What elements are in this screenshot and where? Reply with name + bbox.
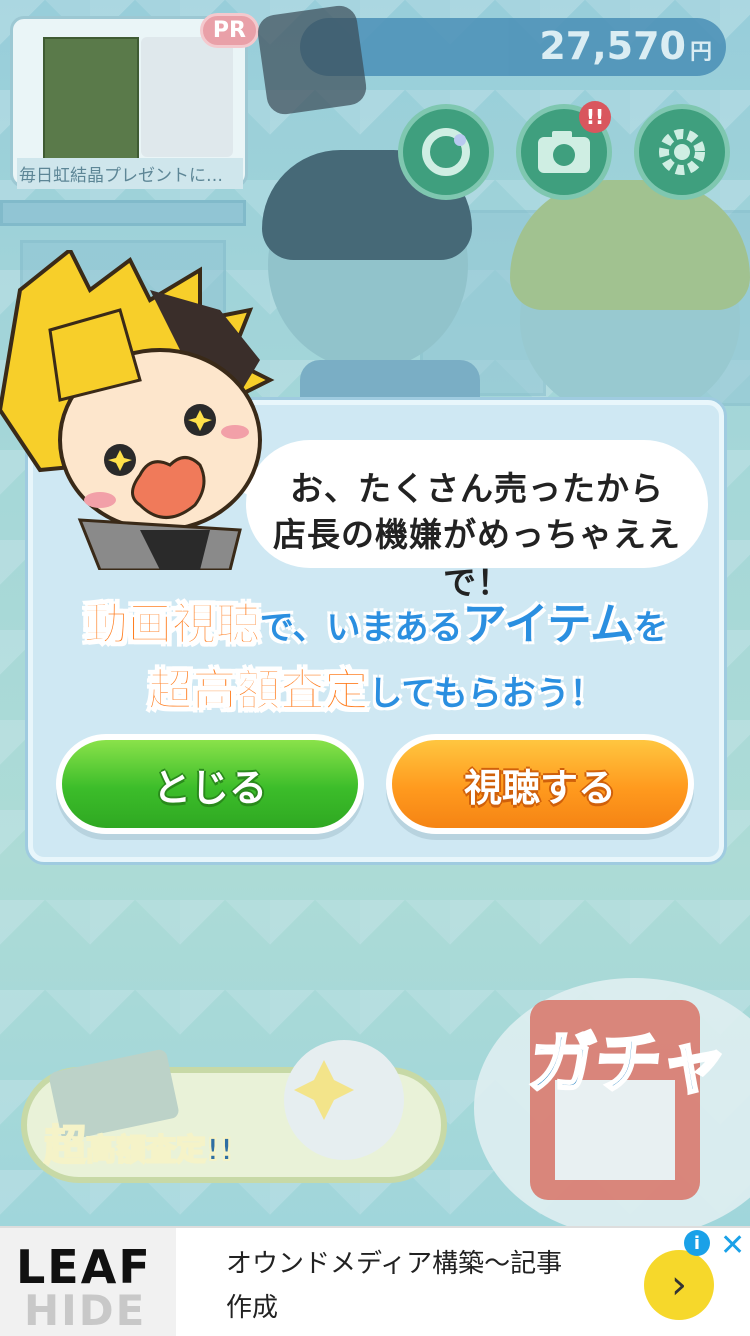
close-button[interactable]: とじる (56, 734, 364, 834)
pr-badge: PR (199, 13, 259, 48)
ad-arrow-icon[interactable]: › (644, 1250, 714, 1320)
refresh-ring-icon[interactable] (398, 104, 494, 200)
video-watch-text: 動画視聴 (83, 599, 260, 651)
ad-logo-bottom: HIDE (24, 1286, 147, 1335)
ad-close-icon[interactable]: ✕ (720, 1228, 745, 1263)
camera-alert-badge: !! (579, 101, 611, 133)
message-line-2: 超高額査定してもらおう！ (28, 654, 724, 718)
money-display: 27,570 円 (300, 18, 726, 76)
blond-boy-character (0, 250, 275, 570)
pr-caption: 毎日虹結晶プレゼントに… (17, 158, 243, 189)
item-text: アイテム (462, 599, 635, 650)
ad-text: オウンドメディア構築～記事 作成 (226, 1242, 626, 1330)
ad-banner[interactable]: LEAF HIDE オウンドメディア構築～記事 作成 (0, 1226, 750, 1336)
message-text: してもらおう！ (368, 674, 604, 714)
gear-icon[interactable] (634, 104, 730, 200)
appraisal-label-rest: 高額査定!! (85, 1132, 234, 1169)
ad-logo: LEAF HIDE (0, 1228, 176, 1336)
ad-text-line-1: オウンドメディア構築～記事 (226, 1249, 563, 1279)
wallet-icon (255, 3, 369, 117)
gacha-label[interactable]: ガチャ (524, 1010, 732, 1106)
camera-icon[interactable]: !! (516, 101, 612, 200)
appraisal-label: 超高額査定!! (43, 1112, 234, 1173)
pr-ad-card[interactable]: 毎日虹結晶プレゼントに… PR (10, 13, 259, 189)
money-value: 27,570 (539, 24, 686, 68)
ad-info-icon[interactable]: i (684, 1230, 710, 1256)
pr-game-thumbnail (141, 37, 233, 157)
ad-text-line-2: 作成 (226, 1293, 279, 1323)
appraisal-label-big: 超 (43, 1120, 87, 1171)
money-unit: 円 (689, 40, 712, 65)
pr-game-thumbnail (43, 37, 139, 161)
message-text: を (634, 608, 669, 648)
speech-line-1: お、たくさん売ったから (290, 469, 664, 508)
high-appraisal-text: 超高額査定 (148, 665, 369, 717)
message-text: で、いまある (259, 608, 463, 648)
watch-video-button[interactable]: 視聴する (386, 734, 694, 834)
message-line-1: 動画視聴で、いまあるアイテムを (28, 588, 724, 652)
